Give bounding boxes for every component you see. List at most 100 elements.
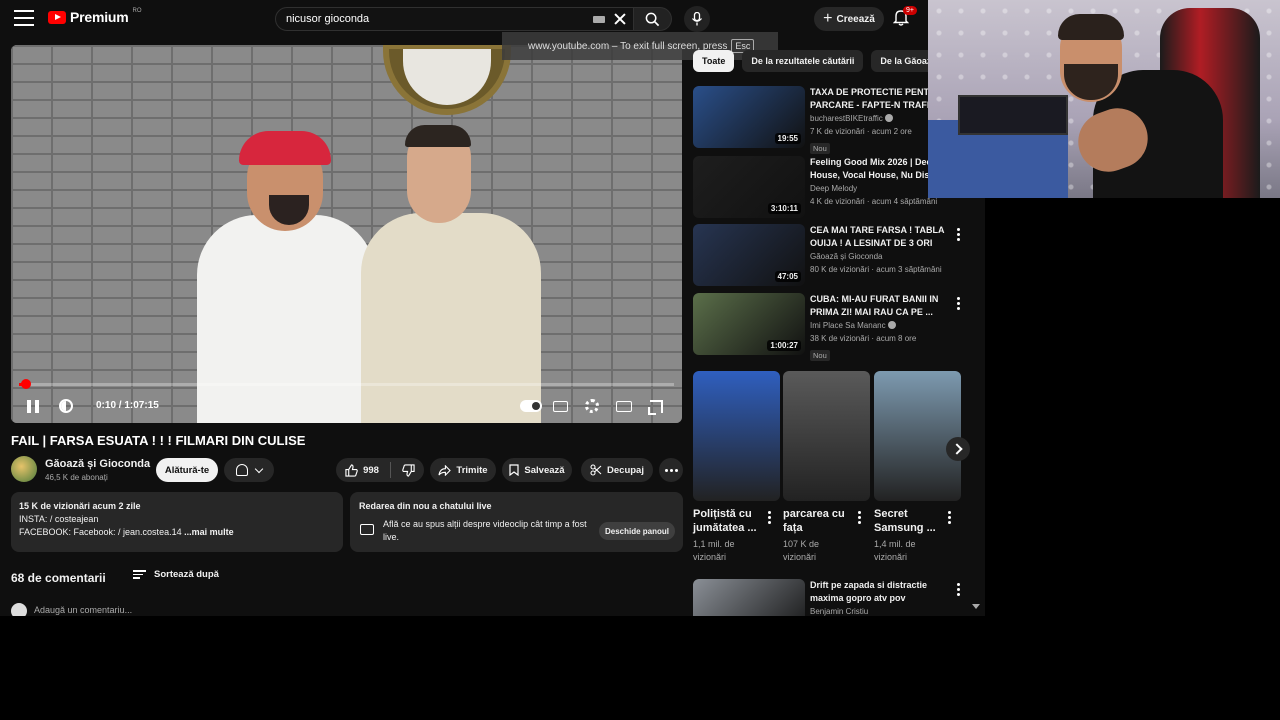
video-duration: 19:55 xyxy=(774,133,801,144)
progress-scrubber[interactable] xyxy=(20,379,31,389)
video-player[interactable]: 0:10 / 1:07:15 xyxy=(11,45,682,423)
video-title[interactable]: Drift pe zapada si distractie maxima gop… xyxy=(810,579,955,605)
scissors-icon xyxy=(590,464,602,476)
video-title[interactable]: CUBA: MI-AU FURAT BANII IN PRIMA ZI! MAI… xyxy=(810,293,955,319)
clear-search-icon[interactable] xyxy=(613,12,627,26)
save-button[interactable]: Salvează xyxy=(502,458,572,482)
top-header: Premium RO nicusor gioconda + Creează 9+ xyxy=(0,0,985,38)
channel-avatar[interactable] xyxy=(11,456,37,482)
short-title[interactable]: Polițistă cu jumătatea ... xyxy=(693,507,763,535)
video-title[interactable]: CEA MAI TARE FARSA ! TABLA OUIJA ! A LES… xyxy=(810,224,955,250)
video-thumbnail[interactable]: 1:00:27 xyxy=(693,293,805,355)
mute-button[interactable] xyxy=(55,395,77,417)
chevron-down-icon xyxy=(254,464,264,473)
video-menu-icon[interactable] xyxy=(954,228,962,242)
open-chat-panel-button[interactable]: Deschide panoul xyxy=(599,522,675,540)
new-badge: Nou xyxy=(810,143,830,154)
like-dislike-group: 998 xyxy=(336,458,424,482)
person-right-hair xyxy=(405,125,471,147)
video-thumbnail[interactable] xyxy=(693,579,805,616)
fullscreen-button[interactable] xyxy=(645,395,667,417)
video-thumbnail[interactable]: 3:10:11 xyxy=(693,156,805,218)
autoplay-toggle[interactable] xyxy=(516,395,546,417)
recommendation-item[interactable]: 47:05 CEA MAI TARE FARSA ! TABLA OUIJA !… xyxy=(693,224,983,288)
channel-name[interactable]: Imi Place Sa Mananc xyxy=(810,321,886,330)
menu-icon[interactable] xyxy=(14,10,34,26)
create-button[interactable]: + Creează xyxy=(814,7,884,31)
clip-button[interactable]: Decupaj xyxy=(581,458,653,482)
scroll-down-icon[interactable] xyxy=(972,604,980,609)
black-area-right xyxy=(985,198,1280,720)
pause-icon xyxy=(27,399,39,413)
show-more-link[interactable]: ...mai multe xyxy=(184,527,234,537)
short-menu-icon[interactable] xyxy=(765,511,773,525)
add-comment-input[interactable]: Adaugă un comentariu... xyxy=(34,605,132,615)
chip-search-results[interactable]: De la rezultatele căutării xyxy=(742,50,864,72)
keyboard-icon[interactable] xyxy=(593,15,605,23)
short-item[interactable]: parcarea cu fața 107 K de vizionări xyxy=(783,371,870,564)
save-label: Salvează xyxy=(524,464,565,476)
description-line-1: INSTA: / costeajean xyxy=(19,514,99,524)
new-badge: Nou xyxy=(810,350,830,361)
description-line-2: FACEBOOK: Facebook: / jean.costea.14 xyxy=(19,527,182,537)
chat-replay-text: Află ce au spus alții despre videoclip c… xyxy=(383,519,587,542)
search-box[interactable]: nicusor gioconda xyxy=(275,7,634,31)
theater-mode-button[interactable] xyxy=(613,395,635,417)
create-label: Creează xyxy=(836,13,875,25)
red-cap xyxy=(239,131,331,165)
video-thumbnail[interactable]: 47:05 xyxy=(693,224,805,286)
streamer-hair xyxy=(1058,14,1124,40)
logo-country: RO xyxy=(132,8,142,14)
shorts-next-button[interactable] xyxy=(946,437,970,461)
like-count[interactable]: 998 xyxy=(363,465,379,476)
webcam-overlay xyxy=(928,0,1280,198)
join-button[interactable]: Alătură-te xyxy=(156,458,218,482)
channel-name[interactable]: Găoază și Gioconda xyxy=(45,458,150,470)
short-menu-icon[interactable] xyxy=(945,511,953,525)
channel-subscribers: 46,5 K de abonați xyxy=(45,473,108,482)
subscribed-notifications-button[interactable] xyxy=(224,458,274,482)
youtube-play-icon xyxy=(48,10,66,24)
comments-count: 68 de comentarii xyxy=(11,571,106,585)
short-title[interactable]: parcarea cu fața xyxy=(783,507,853,535)
thumbs-down-icon[interactable] xyxy=(402,463,415,477)
recommendation-item[interactable]: 1:00:27 CUBA: MI-AU FURAT BANII IN PRIMA… xyxy=(693,293,983,361)
thumbs-up-icon[interactable] xyxy=(345,463,358,477)
sort-comments-button[interactable]: Sortează după xyxy=(133,569,219,580)
subtitles-button[interactable] xyxy=(549,395,571,417)
channel-name[interactable]: Benjamin Cristiu xyxy=(810,605,955,616)
clip-label: Decupaj xyxy=(607,464,644,476)
short-thumbnail[interactable] xyxy=(874,371,961,501)
settings-button[interactable] xyxy=(581,395,603,417)
recommendation-item[interactable]: Drift pe zapada si distractie maxima gop… xyxy=(693,579,983,616)
progress-bar[interactable] xyxy=(19,379,674,389)
notifications-button[interactable]: 9+ xyxy=(892,6,917,30)
voice-search-button[interactable] xyxy=(684,6,710,32)
more-actions-button[interactable] xyxy=(659,458,683,482)
video-menu-icon[interactable] xyxy=(954,583,962,597)
video-thumbnail[interactable]: 19:55 xyxy=(693,86,805,148)
video-menu-icon[interactable] xyxy=(954,297,962,311)
chip-all[interactable]: Toate xyxy=(693,50,735,72)
short-item[interactable]: Secret Samsung ... 1,4 mil. de vizionări xyxy=(874,371,961,564)
youtube-premium-logo[interactable]: Premium RO xyxy=(48,8,142,25)
gear-icon xyxy=(585,399,599,413)
pause-button[interactable] xyxy=(22,395,44,417)
short-title[interactable]: Secret Samsung ... xyxy=(874,507,944,535)
short-thumbnail[interactable] xyxy=(783,371,870,501)
short-item[interactable]: Polițistă cu jumătatea ... 1,1 mil. de v… xyxy=(693,371,780,564)
short-thumbnail[interactable] xyxy=(693,371,780,501)
short-menu-icon[interactable] xyxy=(855,511,863,525)
short-views: 1,4 mil. de vizionări xyxy=(874,539,916,562)
verified-icon xyxy=(885,114,894,122)
verified-icon xyxy=(887,321,896,329)
time-display: 0:10 / 1:07:15 xyxy=(96,400,159,411)
search-button[interactable] xyxy=(634,7,672,31)
search-input[interactable]: nicusor gioconda xyxy=(286,13,593,25)
volume-icon xyxy=(59,399,73,413)
channel-name[interactable]: Găoază și Gioconda xyxy=(810,250,955,263)
channel-name[interactable]: bucharestBIKEtraffic xyxy=(810,114,883,123)
video-meta: 80 K de vizionări · acum 3 săptămâni xyxy=(810,265,942,274)
description-box[interactable]: 15 K de vizionări acum 2 zile INSTA: / c… xyxy=(11,492,343,552)
share-button[interactable]: Trimite xyxy=(430,458,496,482)
